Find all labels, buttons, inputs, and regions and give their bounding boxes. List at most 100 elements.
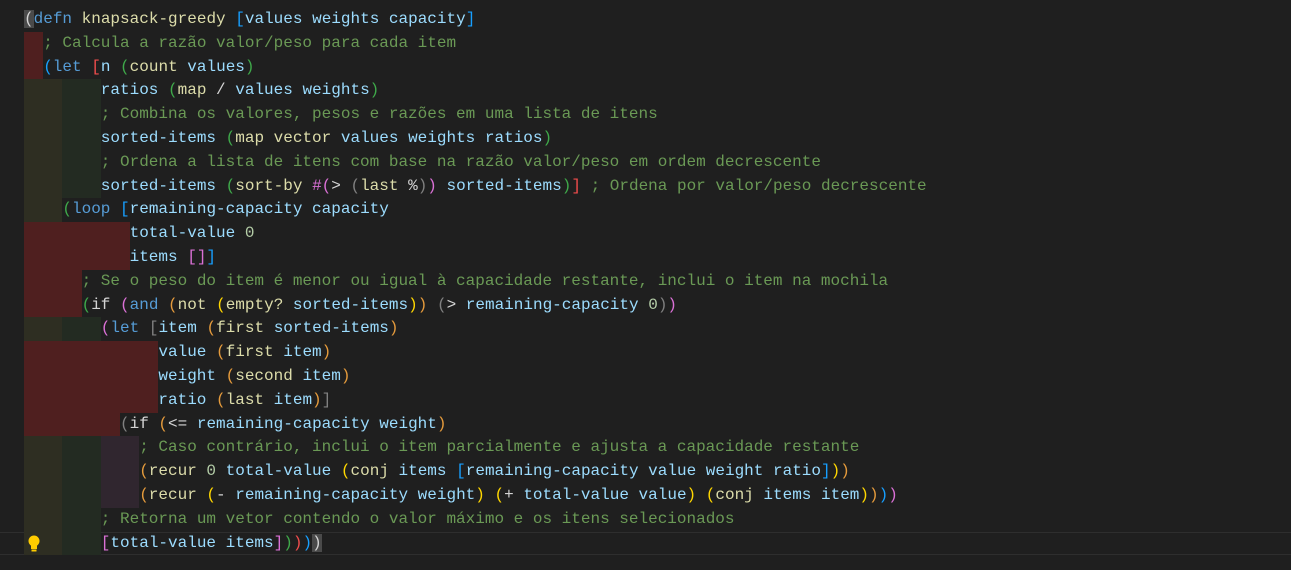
code-token: ): [283, 533, 293, 552]
code-token: [: [456, 462, 466, 481]
code-line[interactable]: (defn knapsack-greedy [values weights ca…: [0, 8, 1291, 32]
code-token: ): [667, 295, 678, 314]
code-text: ratios (map / values weights): [101, 79, 379, 103]
code-line[interactable]: (let [item (first sorted-items): [0, 317, 1291, 342]
code-line[interactable]: ; Caso contrário, inclui o item parcialm…: [0, 436, 1291, 461]
code-line[interactable]: sorted-items (sort-by #(> (last %)) sort…: [0, 174, 1291, 199]
indent-guide: [62, 126, 101, 151]
code-line[interactable]: ratio (last item)]: [0, 388, 1291, 413]
code-token: -: [216, 485, 236, 504]
code-text: sorted-items (map vector values weights …: [101, 127, 552, 151]
code-token: first: [225, 343, 274, 362]
code-token: (: [206, 485, 217, 504]
code-text: sorted-items (sort-by #(> (last %)) sort…: [101, 175, 927, 199]
indent-guide: [24, 245, 130, 270]
code-token: ratios: [100, 81, 159, 100]
code-token: ]: [321, 390, 332, 409]
code-token: ): [657, 295, 668, 314]
indent-guide: [100, 483, 140, 508]
indent-guide: [62, 317, 101, 342]
indent-guide: [62, 174, 101, 199]
code-token: (: [216, 295, 226, 314]
indent-guide: [62, 79, 101, 104]
comment-token: ; Se o peso do item é menor ou igual à c…: [81, 271, 889, 290]
code-text: (recur (- remaining-capacity weight) (+ …: [139, 484, 898, 508]
indent-guide: [24, 198, 63, 223]
code-token: ): [436, 414, 447, 433]
code-token: conj: [350, 462, 389, 481]
code-line[interactable]: (if (and (not (empty? sorted-items)) (> …: [0, 293, 1291, 318]
code-token: let: [52, 57, 82, 76]
code-token: <=: [168, 414, 197, 433]
code-editor[interactable]: (defn knapsack-greedy [values weights ca…: [0, 8, 1291, 556]
code-token: items item: [763, 485, 860, 504]
indent-guide: [24, 460, 63, 484]
code-line[interactable]: (loop [remaining-capacity capacity: [0, 198, 1291, 223]
code-token: last: [225, 390, 265, 409]
indent-guide: [24, 79, 63, 104]
code-line[interactable]: ; Calcula a razão valor/peso para cada i…: [0, 31, 1291, 56]
code-token: >: [331, 176, 351, 195]
code-text: (if (and (not (empty? sorted-items)) (> …: [82, 294, 677, 318]
code-token: ]: [571, 176, 581, 195]
code-text: value (first item): [158, 341, 331, 365]
code-line[interactable]: weight (second item): [0, 364, 1291, 389]
indent-guide: [24, 388, 159, 413]
code-line[interactable]: ; Se o peso do item é menor ou igual à c…: [0, 269, 1291, 294]
code-token: [: [91, 57, 101, 76]
code-line[interactable]: ratios (map / values weights): [0, 79, 1291, 104]
code-line[interactable]: (let [n (count values): [0, 55, 1291, 80]
code-line[interactable]: total-value 0: [0, 222, 1291, 246]
indent-guide: [24, 269, 82, 294]
code-line[interactable]: (if (<= remaining-capacity weight): [0, 412, 1291, 437]
code-token: recur: [148, 462, 197, 481]
comment-token: ; Ordena a lista de itens com base na ra…: [100, 152, 821, 171]
indent-guide: [24, 31, 44, 56]
code-token: conj: [715, 485, 754, 504]
indent-guide: [24, 55, 44, 80]
code-line[interactable]: sorted-items (map vector values weights …: [0, 126, 1291, 151]
code-token: ): [388, 319, 399, 338]
code-token: []: [187, 247, 207, 266]
code-line[interactable]: [total-value items])))): [0, 531, 1291, 556]
code-line[interactable]: ; Ordena a lista de itens com base na ra…: [0, 150, 1291, 175]
code-line[interactable]: ; Combina os valores, pesos e razões em …: [0, 103, 1291, 127]
code-token: (: [216, 343, 226, 362]
code-token: ): [475, 485, 485, 504]
code-token: n: [100, 57, 111, 76]
lightbulb-icon[interactable]: [27, 535, 41, 553]
code-token: ]: [206, 247, 217, 266]
code-text: (let [item (first sorted-items): [101, 317, 399, 341]
code-line[interactable]: ; Retorna um vetor contendo o valor máxi…: [0, 507, 1291, 532]
code-token: (: [120, 57, 130, 76]
code-line[interactable]: (recur (- remaining-capacity weight) (+ …: [0, 483, 1291, 508]
code-token: first: [216, 319, 265, 338]
code-line[interactable]: items []]: [0, 245, 1291, 270]
code-line[interactable]: value (first item): [0, 341, 1291, 365]
code-token: sort-by: [235, 176, 303, 195]
code-line[interactable]: (recur 0 total-value (conj items [remain…: [0, 460, 1291, 484]
code-token: (: [139, 485, 149, 504]
code-token: items: [398, 462, 447, 481]
code-token: (: [494, 485, 505, 504]
code-token: total-value items: [110, 533, 274, 552]
code-token: total-value value: [523, 485, 687, 504]
indent-guide: [100, 436, 140, 461]
indent-guide: [24, 364, 159, 389]
code-token: loop: [72, 200, 111, 219]
code-token: items: [129, 247, 178, 266]
